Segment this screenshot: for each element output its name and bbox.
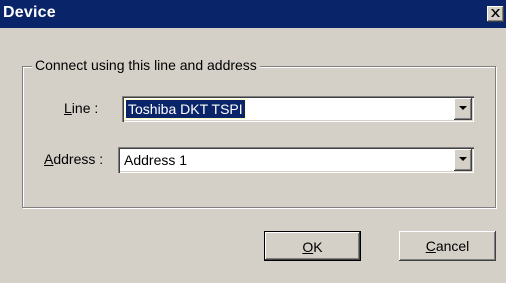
cancel-button[interactable]: Cancel bbox=[399, 231, 496, 261]
ok-button[interactable]: OK bbox=[264, 231, 361, 261]
ok-mnemonic: O bbox=[302, 239, 314, 255]
cancel-mnemonic: C bbox=[425, 238, 436, 254]
cancel-label: ancel bbox=[435, 238, 470, 254]
line-combobox-value: Toshiba DKT TSPI bbox=[125, 99, 246, 119]
address-combobox[interactable]: Address 1 bbox=[118, 147, 474, 173]
line-combobox[interactable]: Toshiba DKT TSPI bbox=[122, 96, 474, 122]
address-label-text: ddress : bbox=[53, 151, 104, 167]
close-button[interactable] bbox=[487, 6, 504, 22]
chevron-down-icon bbox=[459, 157, 467, 161]
groupbox-legend: Connect using this line and address bbox=[32, 57, 260, 73]
line-label-text: ine : bbox=[71, 100, 99, 116]
title-bar[interactable]: Device bbox=[0, 0, 506, 28]
line-label: Line : bbox=[64, 100, 98, 116]
ok-label: K bbox=[313, 239, 323, 255]
address-label-mnemonic: A bbox=[44, 151, 54, 167]
address-label: Address : bbox=[44, 151, 103, 167]
address-combobox-value: Address 1 bbox=[124, 152, 188, 168]
close-icon bbox=[491, 9, 500, 17]
device-dialog: Device Connect using this line and addre… bbox=[0, 0, 506, 283]
connection-groupbox bbox=[22, 66, 496, 208]
chevron-down-icon bbox=[459, 106, 467, 110]
window-title: Device bbox=[3, 4, 56, 21]
address-dropdown-button[interactable] bbox=[454, 149, 472, 171]
line-dropdown-button[interactable] bbox=[454, 98, 472, 120]
line-label-mnemonic: L bbox=[64, 100, 72, 116]
